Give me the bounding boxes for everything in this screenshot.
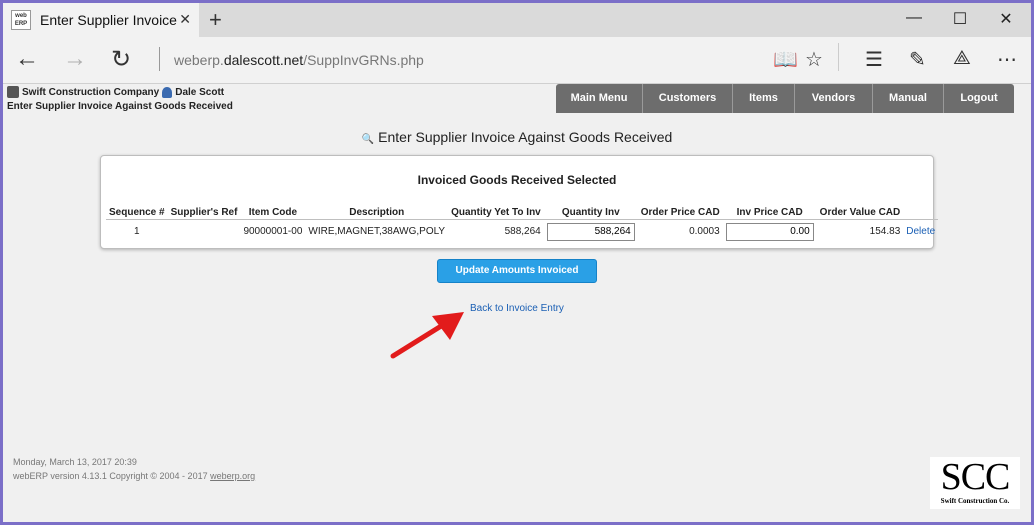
cell-order-price: 0.0003 [689, 226, 720, 237]
menu-manual[interactable]: Manual [873, 84, 944, 113]
col-order-price: Order Price CAD [637, 206, 723, 220]
url-separator [159, 47, 160, 71]
red-arrow-annotation-icon [390, 312, 464, 359]
magnifier-icon: 🔍 [361, 134, 375, 145]
invoiced-goods-panel: Invoiced Goods Received Selected Sequenc… [100, 155, 939, 249]
refresh-icon[interactable]: ↻ [111, 45, 131, 74]
page-title-text: Enter Supplier Invoice Against Goods Rec… [378, 129, 673, 145]
cell-sequence: 1 [134, 226, 140, 237]
cell-action: Delete [903, 220, 938, 244]
col-inv-price: Inv Price CAD [722, 206, 817, 220]
user-icon [162, 86, 173, 98]
more-icon[interactable]: ⋯ [997, 47, 1017, 72]
maximize-icon[interactable]: ☐ [937, 9, 983, 29]
cell-description: WIRE,MAGNET,38AWG,POLY [308, 226, 446, 237]
reading-view-icon[interactable]: 📖 [773, 47, 798, 72]
cell-qty-inv [544, 220, 638, 244]
page-content: Swift Construction Company Dale Scott En… [3, 84, 1031, 522]
favorite-star-icon[interactable]: ☆ [805, 47, 823, 72]
user-name: Dale Scott [175, 86, 225, 98]
back-arrow-icon[interactable]: ← [15, 45, 39, 73]
share-icon[interactable]: ⟁ [953, 47, 971, 70]
delete-link[interactable]: Delete [906, 226, 935, 237]
address-bar: ← → ↻ weberp.dalescott.net/SuppInvGRNs.p… [3, 37, 1031, 84]
hub-icon[interactable]: ☰ [865, 47, 883, 72]
company-header: Swift Construction Company Dale Scott [7, 86, 224, 98]
company-icon [7, 86, 19, 98]
cell-suppliers-ref [168, 220, 241, 244]
url-path: /SuppInvGRNs.php [303, 52, 424, 68]
tab-close-icon[interactable]: ✕ [179, 11, 191, 28]
tab-bar: web ERP Enter Supplier Invoice A ✕ + — ☐… [3, 3, 1031, 37]
menu-items[interactable]: Items [733, 84, 795, 113]
weberp-org-link[interactable]: weberp.org [210, 471, 255, 481]
menu-logout[interactable]: Logout [944, 84, 1014, 113]
goods-received-table: Sequence # Supplier's Ref Item Code Desc… [106, 206, 939, 244]
url-domain: dalescott.net [223, 52, 304, 68]
col-order-value: Order Value CAD [816, 206, 904, 220]
footer-version: webERP version 4.13.1 Copyright © 2004 -… [13, 471, 255, 481]
table-header-row: Sequence # Supplier's Ref Item Code Desc… [106, 206, 939, 220]
col-suppliers-ref: Supplier's Ref [167, 206, 241, 220]
browser-tab[interactable]: web ERP Enter Supplier Invoice A ✕ [3, 3, 199, 37]
back-to-invoice-entry-link[interactable]: Back to Invoice Entry [470, 303, 564, 314]
forward-arrow-icon[interactable]: → [63, 45, 87, 73]
footer-date: Monday, March 13, 2017 20:39 [13, 457, 137, 467]
menu-customers[interactable]: Customers [643, 84, 733, 113]
main-menu-bar: Main Menu Customers Items Vendors Manual… [556, 84, 1014, 113]
col-description: Description [305, 206, 449, 220]
logo-initials: SCC [940, 456, 1011, 498]
company-logo: SCC Swift Construction Co. [930, 457, 1020, 509]
favicon-text-top: web [15, 13, 27, 19]
update-amounts-button[interactable]: Update Amounts Invoiced [437, 259, 597, 283]
url-prefix: weberp. [174, 52, 224, 68]
col-qty-yet-to-inv: Quantity Yet To Inv [448, 206, 544, 220]
cell-inv-price [723, 220, 817, 244]
quantity-inv-input[interactable] [546, 222, 635, 241]
panel-title: Invoiced Goods Received Selected [417, 173, 617, 187]
logo-caption: Swift Construction Co. [940, 497, 1010, 505]
cell-order-value: 154.83 [869, 226, 901, 237]
browser-window: web ERP Enter Supplier Invoice A ✕ + — ☐… [3, 3, 1031, 522]
col-item-code: Item Code [240, 206, 306, 220]
favicon-text-bottom: ERP [14, 21, 28, 27]
menu-vendors[interactable]: Vendors [795, 84, 873, 113]
inv-price-input[interactable] [725, 222, 814, 241]
col-sequence: Sequence # [106, 206, 168, 220]
company-name: Swift Construction Company [22, 86, 160, 98]
web-note-icon[interactable]: ✎ [909, 47, 926, 72]
cell-qty-yet-to-inv: 588,264 [504, 226, 541, 237]
toolbar-separator [838, 43, 839, 71]
col-qty-inv: Quantity Inv [543, 206, 638, 220]
new-tab-icon[interactable]: + [209, 7, 222, 33]
header-subtitle: Enter Supplier Invoice Against Goods Rec… [7, 101, 233, 112]
close-window-icon[interactable]: ✕ [983, 9, 1029, 29]
col-action [903, 206, 939, 220]
page-title: 🔍 Enter Supplier Invoice Against Goods Re… [3, 129, 1031, 145]
weberp-favicon-icon: web ERP [11, 10, 31, 30]
table-row: 1 90000001-00 WIRE,MAGNET,38AWG,POLY 588… [106, 220, 938, 244]
cell-item-code: 90000001-00 [243, 226, 303, 237]
minimize-icon[interactable]: — [891, 9, 937, 27]
footer-version-text: webERP version 4.13.1 Copyright © 2004 -… [13, 471, 211, 481]
menu-main-menu[interactable]: Main Menu [556, 84, 643, 113]
url-field[interactable]: weberp.dalescott.net/SuppInvGRNs.php [174, 52, 424, 68]
tab-title: Enter Supplier Invoice A [40, 12, 178, 28]
